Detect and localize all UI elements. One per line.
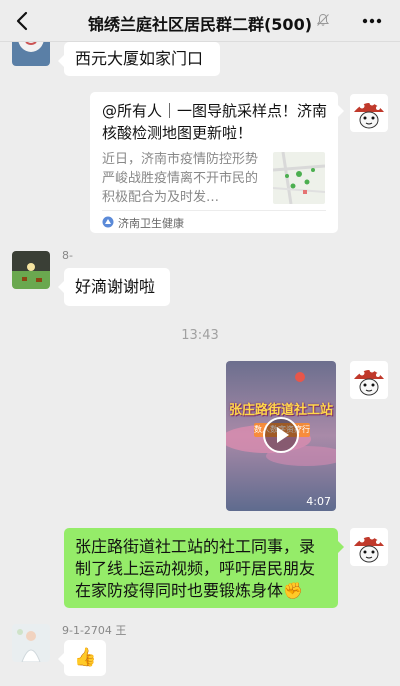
article-title: @所有人｜一图导航采样点！济南核酸检测地图更新啦！: [102, 102, 328, 142]
message-bubble[interactable]: 张庄路街道社工站的社工同事，录制了线上运动视频，呼吁居民朋友在家防疫得同时也要锻…: [64, 528, 344, 608]
video-duration: 4:07: [306, 495, 331, 508]
video-message[interactable]: 张庄路街道社工站 数人数字资疗行 4:07: [226, 361, 336, 511]
more-dots-icon[interactable]: [360, 10, 384, 32]
message-bubble[interactable]: 西元大厦如家门口: [58, 42, 220, 76]
avatar-landscape[interactable]: [12, 251, 50, 289]
sender-name: 8-: [62, 249, 73, 262]
message-bubble[interactable]: 👍: [58, 640, 106, 676]
message-bubble[interactable]: 好滴谢谢啦: [58, 268, 170, 306]
card-divider: [102, 210, 326, 211]
play-icon[interactable]: [262, 416, 300, 454]
message-text: 西元大厦如家门口: [75, 49, 204, 68]
thumbs-up-emoji: 👍: [74, 647, 97, 668]
article-thumbnail: [273, 152, 325, 204]
avatar-bride[interactable]: [12, 624, 50, 662]
avatar-mushroom[interactable]: [350, 361, 388, 399]
avatar-mushroom[interactable]: [350, 528, 388, 566]
article-source: 济南卫生健康: [118, 217, 184, 230]
article-description: 近日，济南市疫情防控形势严峻战胜疫情离不开市民的积极配合为及时发…: [102, 152, 259, 205]
article-card[interactable]: @所有人｜一图导航采样点！济南核酸检测地图更新啦！ 近日，济南市疫情防控形势严峻…: [90, 92, 344, 233]
avatar-mushroom[interactable]: [350, 94, 388, 132]
message-text: 张庄路街道社工站的社工同事，录制了线上运动视频，呼吁居民朋友在家防疫得同时也要锻…: [75, 537, 316, 600]
message-list[interactable]: 西元大厦如家门口 @所有人｜一图导航采样点！济南核酸检测地图更新啦！ 近日，济南…: [0, 42, 400, 686]
mute-bell-icon: [317, 13, 329, 26]
message-text: 好滴谢谢啦: [75, 277, 156, 296]
message-timestamp: 13:43: [181, 328, 219, 343]
sender-name: 9-1-2704 王: [62, 624, 127, 637]
chat-title: 锦绣兰庭社区居民群二群(500): [87, 15, 313, 34]
official-account-icon: [102, 216, 114, 228]
back-chevron-icon[interactable]: [14, 11, 30, 31]
avatar-dog[interactable]: [12, 42, 50, 66]
chat-header: 锦绣兰庭社区居民群二群(500): [0, 0, 400, 42]
